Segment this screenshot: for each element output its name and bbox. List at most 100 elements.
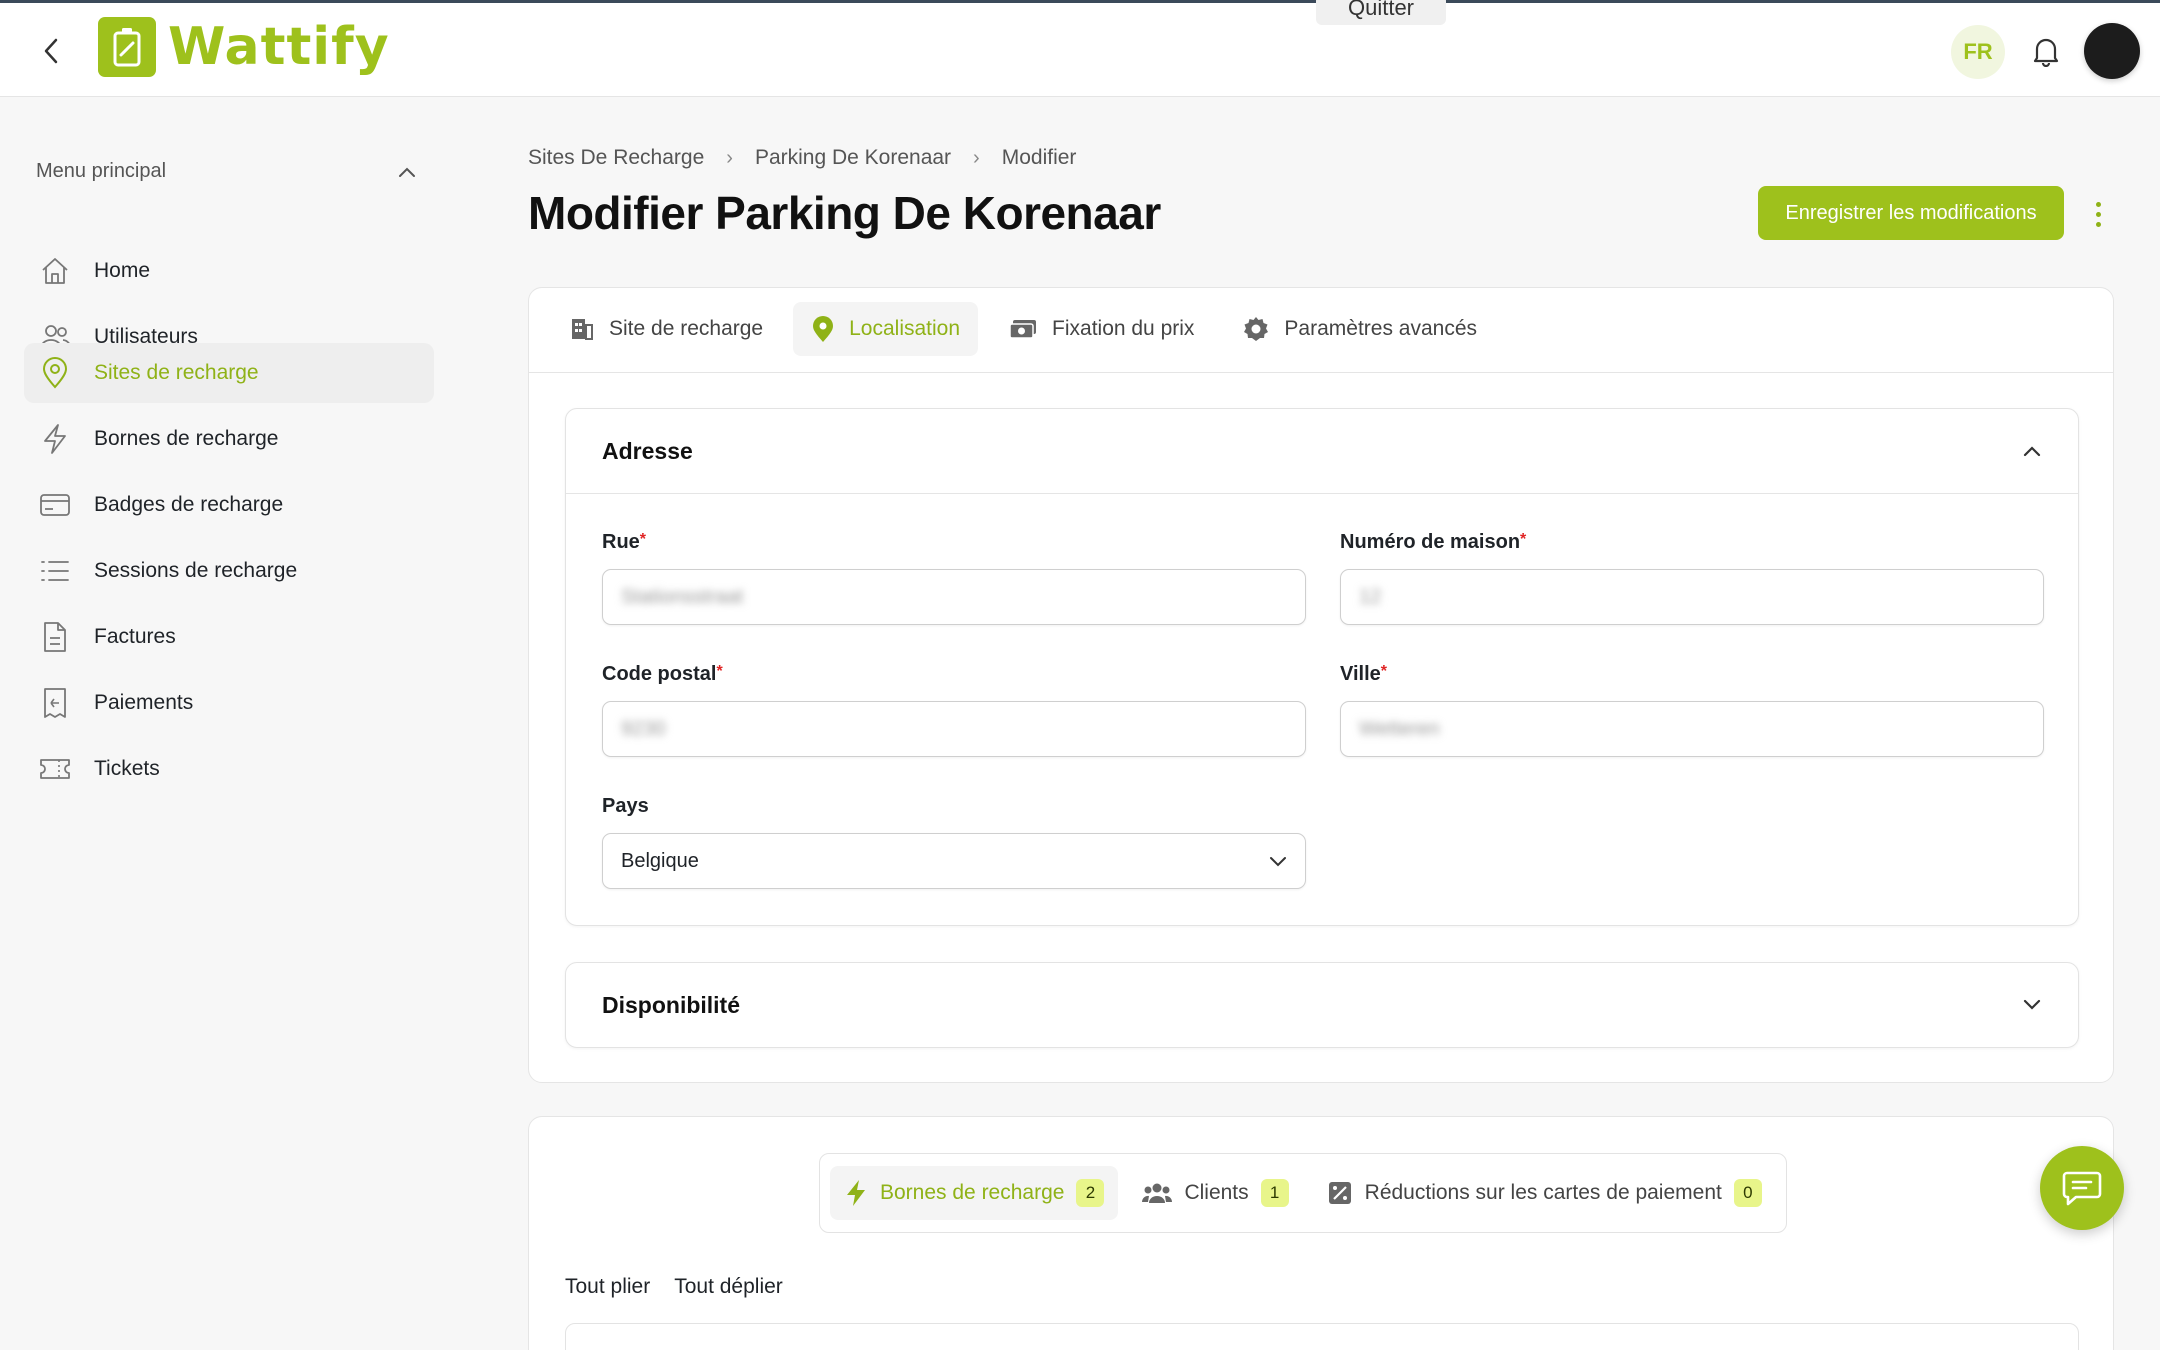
sidebar-item-label: Sites de recharge	[94, 361, 259, 384]
page-title: Modifier Parking De Korenaar	[528, 187, 1161, 239]
tab-label: Bornes de recharge	[880, 1181, 1065, 1204]
app-logo[interactable]: Wattify	[98, 17, 390, 77]
country-value: Belgique	[621, 849, 699, 872]
top-bar: Wattify Quitter FR	[0, 0, 2160, 97]
address-panel-header[interactable]: Adresse	[566, 409, 2078, 493]
city-label: Ville*	[1340, 663, 1388, 685]
house-number-value: 12	[1359, 585, 1382, 608]
list-item[interactable]	[565, 1323, 2079, 1350]
tab-label: Fixation du prix	[1052, 317, 1195, 340]
chevron-right-icon: ›	[973, 146, 980, 169]
house-number-label: Numéro de maison*	[1340, 531, 1527, 553]
postal-code-value: 9230	[621, 717, 666, 740]
related-items-card: Bornes de recharge 2 Clients 1 Réduction…	[528, 1116, 2114, 1350]
tab-label: Clients	[1184, 1181, 1249, 1204]
postal-code-field[interactable]: 9230	[602, 701, 1306, 757]
tab-pricing[interactable]: Fixation du prix	[990, 302, 1212, 356]
logo-text: Wattify	[168, 17, 390, 77]
sidebar-item-label: Home	[94, 259, 151, 282]
quit-button[interactable]: Quitter	[1316, 0, 1446, 25]
sidebar: Menu principal Home Utilisateurs Sites d…	[0, 98, 460, 1350]
card-icon	[38, 488, 72, 522]
chevron-up-icon	[399, 167, 415, 177]
document-icon	[38, 620, 72, 654]
sidebar-item-tickets[interactable]: Tickets	[24, 739, 434, 799]
sidebar-item-label: Paiements	[94, 691, 194, 714]
more-options-icon[interactable]	[2088, 194, 2108, 234]
gear-icon	[1244, 317, 1269, 341]
street-label: Rue*	[602, 531, 647, 553]
tab-charging-stations[interactable]: Bornes de recharge 2	[830, 1166, 1119, 1220]
sidebar-item-label: Badges de recharge	[94, 493, 284, 516]
sidebar-item-invoices[interactable]: Factures	[24, 607, 434, 667]
breadcrumb-item: Modifier	[1001, 146, 1077, 169]
sidebar-item-charging-stations[interactable]: Bornes de recharge	[24, 409, 434, 469]
panel-title: Adresse	[602, 437, 693, 464]
breadcrumb-item[interactable]: Parking De Korenaar	[755, 146, 951, 170]
menu-title: Menu principal	[36, 160, 167, 182]
postal-code-label: Code postal*	[602, 663, 723, 685]
street-field[interactable]: Stationsstraat	[602, 569, 1306, 625]
edit-form-card: Site de recharge Localisation Fixation d…	[528, 287, 2114, 1083]
avatar[interactable]	[2084, 23, 2140, 79]
sidebar-item-home[interactable]: Home	[24, 241, 434, 301]
count-badge: 0	[1733, 1179, 1762, 1207]
chevron-down-icon	[2023, 999, 2041, 1010]
country-label: Pays	[602, 795, 649, 817]
collapse-all-button[interactable]: Tout plier	[565, 1275, 650, 1299]
tab-label: Localisation	[849, 317, 961, 340]
tab-label: Réductions sur les cartes de paiement	[1364, 1181, 1722, 1204]
sidebar-item-charging-sessions[interactable]: Sessions de recharge	[24, 541, 434, 601]
related-tab-bar: Bornes de recharge 2 Clients 1 Réduction…	[819, 1153, 1787, 1233]
sidebar-item-payments[interactable]: Paiements	[24, 673, 434, 733]
breadcrumb-item[interactable]: Sites De Recharge	[528, 146, 704, 170]
house-number-field[interactable]: 12	[1340, 569, 2044, 625]
back-button[interactable]	[36, 33, 66, 69]
count-badge: 1	[1260, 1179, 1289, 1207]
fold-controls: Tout plier Tout déplier	[565, 1275, 783, 1299]
sidebar-item-label: Factures	[94, 625, 176, 648]
ticket-icon	[38, 752, 72, 786]
breadcrumb: Sites De Recharge › Parking De Korenaar …	[528, 146, 1076, 170]
building-icon	[572, 319, 593, 340]
bell-icon	[2033, 38, 2059, 67]
sidebar-item-charging-badges[interactable]: Badges de recharge	[24, 475, 434, 535]
expand-all-button[interactable]: Tout déplier	[674, 1275, 783, 1299]
location-pin-icon	[38, 356, 72, 390]
tab-location[interactable]: Localisation	[793, 302, 979, 356]
divider	[566, 493, 2078, 494]
sidebar-item-label: Sessions de recharge	[94, 559, 298, 582]
list-icon	[38, 554, 72, 588]
tab-label: Site de recharge	[609, 317, 764, 340]
battery-logo-icon	[98, 17, 156, 77]
lightning-icon	[847, 1180, 865, 1206]
receipt-icon	[38, 686, 72, 720]
tab-label: Paramètres avancés	[1284, 317, 1478, 340]
sidebar-item-charging-sites[interactable]: Sites de recharge	[24, 343, 434, 403]
tab-payment-card-discounts[interactable]: Réductions sur les cartes de paiement 0	[1313, 1166, 1776, 1220]
save-button[interactable]: Enregistrer les modifications	[1758, 186, 2064, 240]
chevron-down-icon	[1270, 857, 1286, 867]
lightning-icon	[38, 422, 72, 456]
country-select[interactable]: Belgique	[602, 833, 1306, 889]
tab-clients[interactable]: Clients 1	[1128, 1166, 1302, 1220]
chevron-left-icon	[44, 38, 58, 64]
sidebar-item-label: Tickets	[94, 757, 160, 780]
address-panel: Adresse Rue* Stationsstraat Numéro de ma…	[565, 408, 2079, 926]
availability-panel-header[interactable]: Disponibilité	[566, 963, 2078, 1047]
language-selector[interactable]: FR	[1951, 25, 2005, 79]
city-value: Wetteren	[1359, 717, 1440, 740]
chat-button[interactable]	[2040, 1146, 2124, 1230]
availability-panel: Disponibilité	[565, 962, 2079, 1048]
menu-section-header[interactable]: Menu principal	[36, 160, 416, 183]
notifications-button[interactable]	[2028, 31, 2064, 71]
chevron-right-icon: ›	[726, 146, 733, 169]
home-icon	[38, 254, 72, 288]
tab-bar: Site de recharge Localisation Fixation d…	[551, 302, 1495, 356]
tab-charging-site[interactable]: Site de recharge	[551, 302, 781, 356]
panel-title: Disponibilité	[602, 991, 740, 1018]
money-icon	[1009, 320, 1037, 339]
tab-advanced-settings[interactable]: Paramètres avancés	[1224, 302, 1495, 356]
chat-icon	[2062, 1171, 2102, 1206]
city-field[interactable]: Wetteren	[1340, 701, 2044, 757]
